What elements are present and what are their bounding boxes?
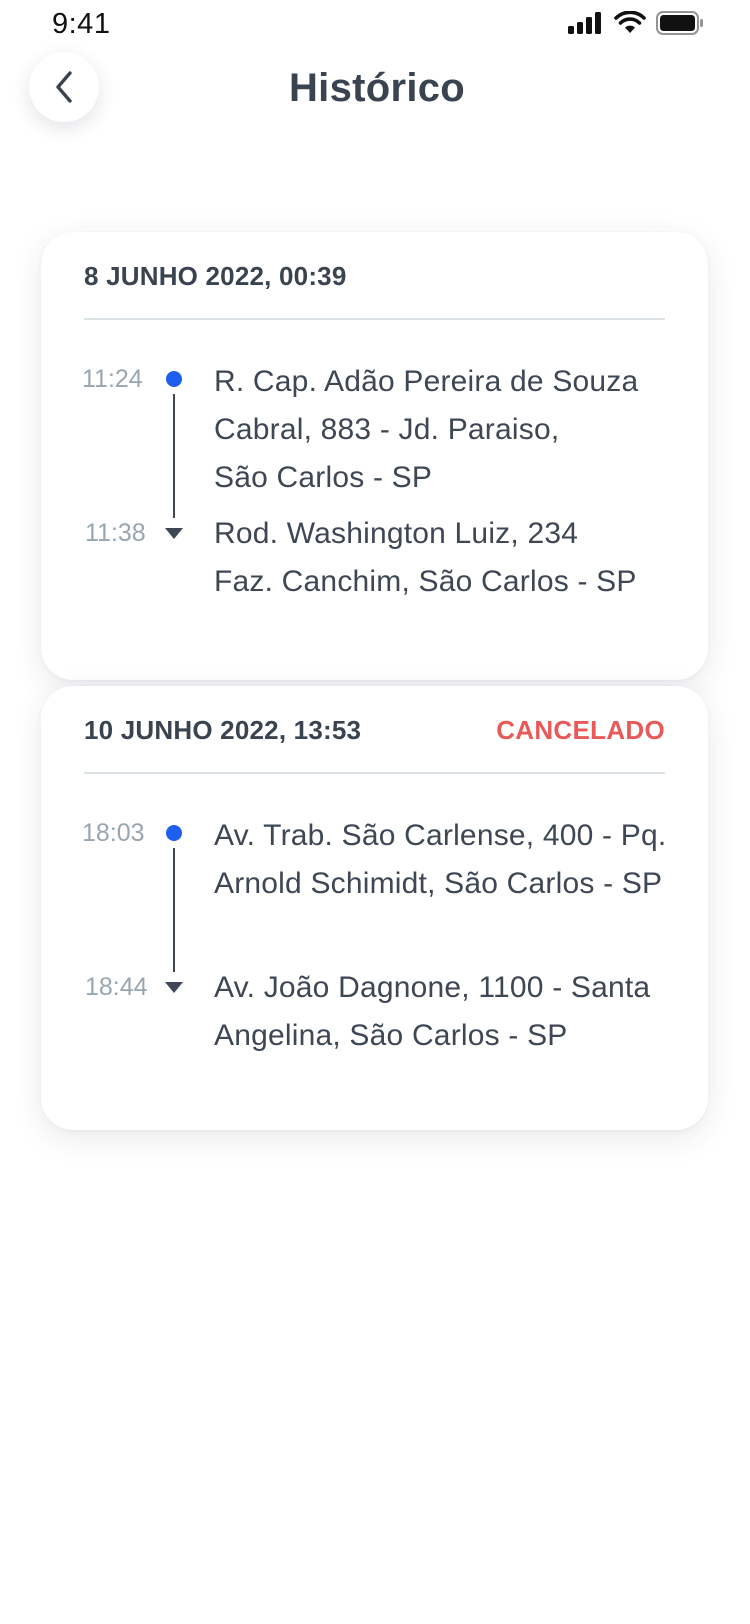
route-line	[173, 394, 175, 518]
end-time: 18:44	[85, 973, 148, 1001]
end-address: Av. João Dagnone, 1100 - Santa Angelina,…	[214, 971, 651, 1052]
trip-card[interactable]: 10 JUNHO 2022, 13:53 CANCELADO 18:03 Av.…	[41, 686, 708, 1130]
start-address: Av. Trab. São Carlense, 400 - Pq. Arnold…	[214, 819, 667, 900]
route-line	[173, 848, 175, 972]
status-bar: 9:41	[0, 0, 750, 50]
trip-card[interactable]: 8 JUNHO 2022, 00:39 11:24 R. Cap. Adão P…	[41, 232, 708, 680]
trip-date: 10 JUNHO 2022, 13:53	[84, 714, 362, 745]
end-point-icon	[165, 982, 183, 993]
end-point-icon	[165, 528, 183, 539]
status-time: 9:41	[52, 8, 111, 40]
end-address: Rod. Washington Luiz, 234 Faz. Canchim, …	[214, 517, 637, 598]
page-title: Histórico	[288, 66, 466, 110]
start-point-icon	[166, 371, 182, 387]
trip-card-header: 10 JUNHO 2022, 13:53 CANCELADO	[84, 714, 665, 746]
wifi-icon	[614, 11, 646, 33]
start-point-icon	[166, 825, 182, 841]
trip-date: 8 JUNHO 2022, 00:39	[84, 260, 347, 291]
status-icons	[568, 11, 704, 35]
start-address: R. Cap. Adão Pereira de Souza Cabral, 88…	[214, 365, 639, 494]
end-time: 11:38	[85, 519, 146, 547]
battery-icon	[656, 11, 703, 35]
divider	[84, 772, 665, 774]
cellular-signal-icon	[568, 12, 601, 34]
start-time: 18:03	[82, 819, 145, 847]
history-screen: 9:41 Histórico 8 JUNHO 2022, 00:39 11:24…	[0, 0, 750, 1624]
divider	[84, 318, 665, 320]
start-time: 11:24	[82, 365, 143, 393]
trip-card-header: 8 JUNHO 2022, 00:39	[84, 260, 665, 292]
trip-status-cancelled: CANCELADO	[496, 714, 665, 745]
